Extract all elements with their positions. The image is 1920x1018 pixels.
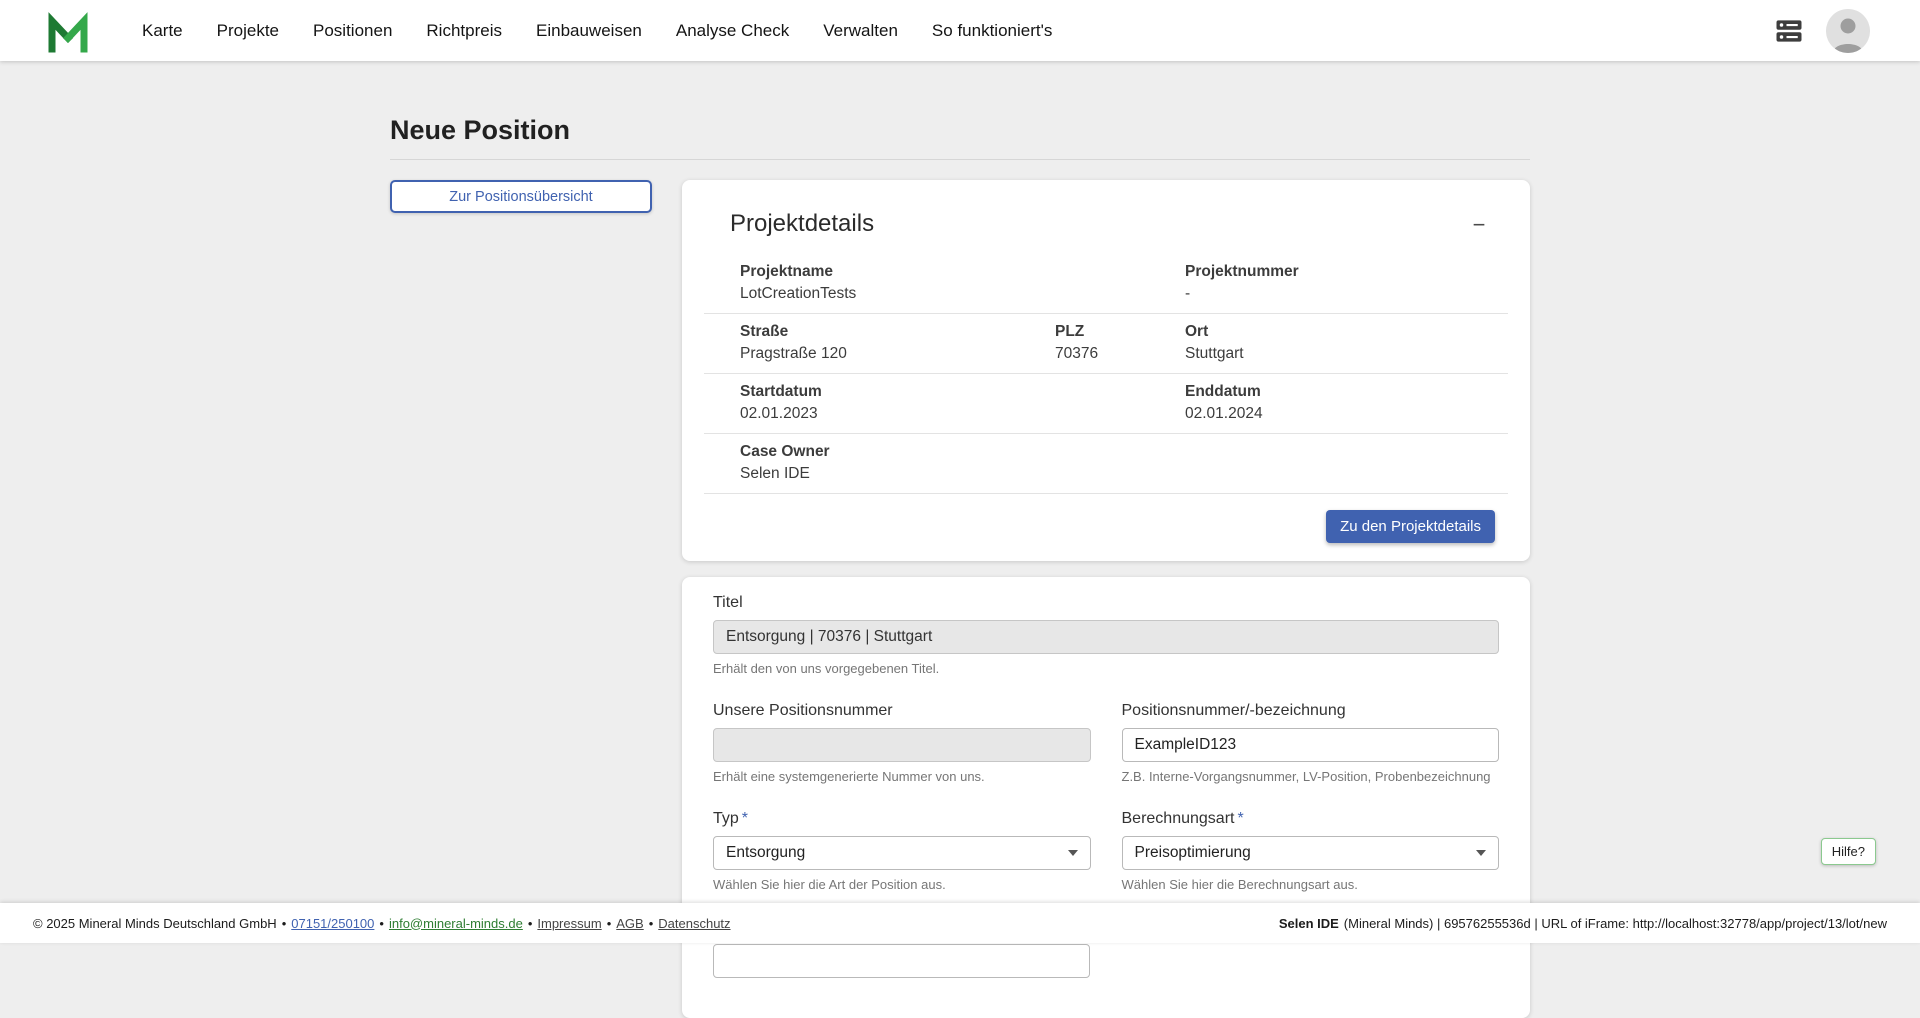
project-details-rows: Projektname LotCreationTests Projektnumm… (704, 254, 1508, 494)
nav-item-verwalten[interactable]: Verwalten (821, 15, 900, 47)
strasse-label: Straße (740, 323, 1055, 341)
nav-item-karte[interactable]: Karte (140, 15, 185, 47)
berechnungsart-label: Berechnungsart* (1122, 810, 1500, 828)
ort-label: Ort (1185, 323, 1508, 341)
main-navigation: Karte Projekte Positionen Richtpreis Ein… (140, 15, 1054, 47)
user-avatar[interactable] (1826, 9, 1870, 53)
startdatum-label: Startdatum (740, 383, 1185, 401)
typ-select[interactable]: Entsorgung (713, 836, 1091, 870)
nav-item-projekte[interactable]: Projekte (215, 15, 281, 47)
app-footer: © 2025 Mineral Minds Deutschland GmbH • … (0, 903, 1920, 943)
nav-right-controls (1774, 9, 1870, 53)
server-icon[interactable] (1774, 16, 1804, 46)
footer-separator: • (649, 916, 654, 931)
required-asterisk: * (1237, 810, 1243, 827)
strasse-value: Pragstraße 120 (740, 345, 1055, 363)
required-asterisk: * (742, 810, 748, 827)
projektnummer-label: Projektnummer (1185, 263, 1508, 281)
nav-item-richtpreis[interactable]: Richtpreis (424, 15, 504, 47)
unsere-positionsnummer-label: Unsere Positionsnummer (713, 702, 1091, 720)
typ-helper: Wählen Sie hier die Art der Position aus… (713, 877, 1091, 892)
positionsnummer-label: Positionsnummer/-bezeichnung (1122, 702, 1500, 720)
titel-field: Titel Erhält den von uns vorgegebenen Ti… (713, 594, 1499, 676)
back-to-positions-button[interactable]: Zur Positionsübersicht (390, 180, 652, 213)
position-form-card: Titel Erhält den von uns vorgegebenen Ti… (682, 577, 1530, 1018)
title-divider (390, 159, 1530, 160)
berechnungsart-helper: Wählen Sie hier die Berechnungsart aus. (1122, 877, 1500, 892)
to-project-details-button[interactable]: Zu den Projektdetails (1326, 510, 1495, 543)
ort-value: Stuttgart (1185, 345, 1508, 363)
agb-link[interactable]: AGB (616, 916, 643, 931)
enddatum-label: Enddatum (1185, 383, 1508, 401)
main-content: Neue Position Zur Positionsübersicht Pro… (390, 61, 1530, 1018)
impressum-link[interactable]: Impressum (537, 916, 601, 931)
footer-separator: • (528, 916, 533, 931)
nav-item-einbauweisen[interactable]: Einbauweisen (534, 15, 644, 47)
startdatum-value: 02.01.2023 (740, 405, 1185, 423)
person-icon (1826, 9, 1870, 53)
email-link[interactable]: info@mineral-minds.de (389, 916, 523, 931)
logo-m-icon (46, 9, 90, 53)
enddatum-value: 02.01.2024 (1185, 405, 1508, 423)
page-title: Neue Position (390, 115, 1530, 146)
berechnungsart-select[interactable]: Preisoptimierung (1122, 836, 1500, 870)
typ-label: Typ* (713, 810, 1091, 828)
nav-item-positionen[interactable]: Positionen (311, 15, 394, 47)
typ-field: Typ* Entsorgung Wählen Sie hier die Art … (713, 810, 1091, 892)
datenschutz-link[interactable]: Datenschutz (658, 916, 730, 931)
project-details-card: Projektdetails − Projektname LotCreation… (682, 180, 1530, 561)
titel-input (713, 620, 1499, 654)
mineral-minds-logo[interactable] (46, 9, 90, 53)
projektname-label: Projektname (740, 263, 1185, 281)
unsere-positionsnummer-helper: Erhält eine systemgenerierte Nummer von … (713, 769, 1091, 784)
collapse-card-button[interactable]: − (1462, 210, 1496, 240)
positionsnummer-input[interactable] (1122, 728, 1500, 762)
nav-item-analyse-check[interactable]: Analyse Check (674, 15, 791, 47)
phone-link[interactable]: 07151/250100 (291, 916, 374, 931)
berechnungsart-field: Berechnungsart* Preisoptimierung Wählen … (1122, 810, 1500, 892)
case-owner-value: Selen IDE (740, 465, 1508, 483)
plz-value: 70376 (1055, 345, 1185, 363)
chevron-down-icon (1476, 850, 1486, 856)
top-nav: Karte Projekte Positionen Richtpreis Ein… (0, 0, 1920, 61)
case-manager-input[interactable] (713, 944, 1090, 978)
plz-label: PLZ (1055, 323, 1185, 341)
table-row: Straße Pragstraße 120 PLZ 70376 Ort Stut… (704, 314, 1508, 374)
projektname-value: LotCreationTests (740, 285, 1185, 303)
help-button[interactable]: Hilfe? (1821, 838, 1876, 865)
footer-separator: • (282, 916, 287, 931)
positionsnummer-field: Positionsnummer/-bezeichnung Z.B. Intern… (1122, 702, 1500, 784)
footer-session-info: (Mineral Minds) | 69576255536d | URL of … (1344, 916, 1887, 931)
nav-item-so-funktionierts[interactable]: So funktioniert's (930, 15, 1054, 47)
table-row: Startdatum 02.01.2023 Enddatum 02.01.202… (704, 374, 1508, 434)
footer-username: Selen IDE (1279, 916, 1339, 931)
project-details-title: Projektdetails (730, 210, 874, 238)
titel-helper: Erhält den von uns vorgegebenen Titel. (713, 661, 1499, 676)
footer-separator: • (607, 916, 612, 931)
copyright-text: © 2025 Mineral Minds Deutschland GmbH (33, 916, 277, 931)
footer-separator: • (379, 916, 384, 931)
table-row: Projektname LotCreationTests Projektnumm… (704, 254, 1508, 314)
positionsnummer-helper: Z.B. Interne-Vorgangsnummer, LV-Position… (1122, 769, 1500, 784)
case-owner-label: Case Owner (740, 443, 1508, 461)
unsere-positionsnummer-input (713, 728, 1091, 762)
chevron-down-icon (1068, 850, 1078, 856)
berechnungsart-select-value: Preisoptimierung (1135, 844, 1251, 862)
unsere-positionsnummer-field: Unsere Positionsnummer Erhält eine syste… (713, 702, 1091, 784)
typ-select-value: Entsorgung (726, 844, 805, 862)
table-row: Case Owner Selen IDE (704, 434, 1508, 494)
titel-label: Titel (713, 594, 1499, 612)
projektnummer-value: - (1185, 285, 1508, 303)
